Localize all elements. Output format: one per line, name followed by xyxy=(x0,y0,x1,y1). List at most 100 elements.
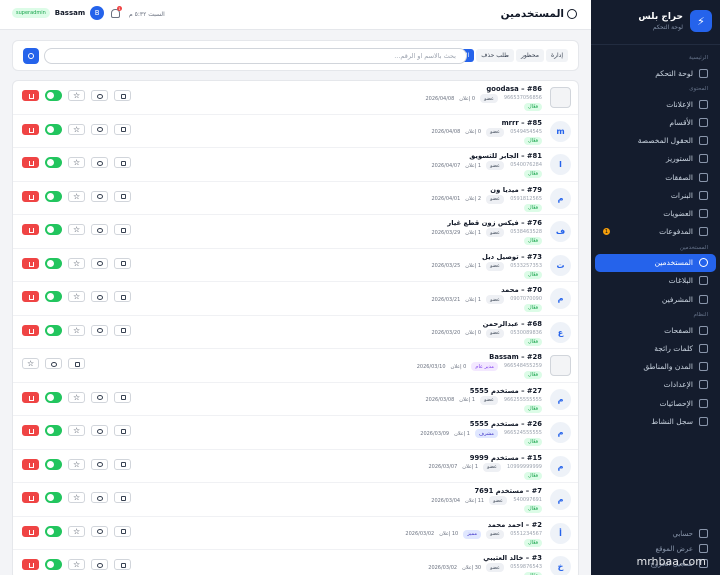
open-button[interactable] xyxy=(114,224,131,235)
status-toggle[interactable] xyxy=(45,525,62,537)
status-toggle[interactable] xyxy=(45,391,62,403)
view-button[interactable] xyxy=(91,425,108,436)
user-name[interactable]: #28 – Bassam xyxy=(489,353,542,361)
sidebar-item[interactable]: كلمات رائجة xyxy=(591,339,720,357)
search-input[interactable] xyxy=(44,48,467,64)
status-toggle[interactable] xyxy=(45,224,62,235)
sidebar-item[interactable]: العضويات xyxy=(591,204,720,222)
status-toggle[interactable] xyxy=(45,425,62,436)
user-name[interactable]: #70 – محمد xyxy=(501,286,542,294)
sidebar-item[interactable]: المستخدمين xyxy=(595,253,716,272)
feature-button[interactable]: ☆ xyxy=(68,492,85,503)
sidebar-item[interactable]: الإحصائيات xyxy=(591,394,720,412)
open-button[interactable] xyxy=(114,157,131,168)
view-button[interactable] xyxy=(91,123,108,135)
user-name[interactable]: #2 – احمد محمد xyxy=(488,521,542,529)
view-button[interactable] xyxy=(91,257,108,269)
sidebar-item[interactable]: الإعدادات xyxy=(591,376,720,394)
feature-button[interactable]: ☆ xyxy=(68,90,85,101)
filter-tab[interactable]: طلب حذف xyxy=(476,49,514,62)
view-button[interactable] xyxy=(91,224,108,235)
sidebar-item[interactable]: المدفوعات 1 xyxy=(591,223,720,241)
delete-button[interactable] xyxy=(22,157,39,168)
feature-button[interactable]: ☆ xyxy=(68,190,85,202)
view-button[interactable] xyxy=(91,525,108,537)
open-button[interactable] xyxy=(114,492,131,503)
delete-button[interactable] xyxy=(22,458,39,470)
delete-button[interactable] xyxy=(22,257,39,269)
open-button[interactable] xyxy=(114,90,131,101)
view-button[interactable] xyxy=(91,190,108,202)
delete-button[interactable] xyxy=(22,123,39,135)
delete-button[interactable] xyxy=(22,525,39,537)
sidebar-item[interactable]: الأقسام xyxy=(591,113,720,131)
sidebar-bottom-item[interactable]: حسابي xyxy=(591,526,720,541)
user-name[interactable]: #27 – مستخدم 5555 xyxy=(470,387,542,395)
open-button[interactable] xyxy=(114,425,131,436)
delete-button[interactable] xyxy=(22,324,39,336)
sidebar-item[interactable]: الإعلانات xyxy=(591,95,720,113)
sidebar-item[interactable]: المشرفين xyxy=(591,290,720,308)
user-menu[interactable]: superadmin Bassam B xyxy=(12,6,105,20)
status-toggle[interactable] xyxy=(45,559,62,570)
status-toggle[interactable] xyxy=(45,157,62,168)
delete-button[interactable] xyxy=(22,291,39,302)
view-button[interactable] xyxy=(91,458,108,470)
feature-button[interactable]: ☆ xyxy=(68,257,85,269)
open-button[interactable] xyxy=(114,391,131,403)
status-toggle[interactable] xyxy=(45,458,62,470)
feature-button[interactable]: ☆ xyxy=(68,291,85,302)
open-button[interactable] xyxy=(114,257,131,269)
sidebar-bottom-item[interactable]: عرض الموقع xyxy=(591,541,720,556)
feature-button[interactable]: ☆ xyxy=(68,157,85,168)
open-button[interactable] xyxy=(114,123,131,135)
user-name[interactable]: #85 – mrrr xyxy=(502,119,542,127)
user-name[interactable]: #79 – ميديا ون xyxy=(490,186,542,194)
sidebar-item[interactable]: البنرات xyxy=(591,186,720,204)
feature-button[interactable]: ☆ xyxy=(68,525,85,537)
user-name[interactable]: #15 – مستخدم 9999 xyxy=(470,454,542,462)
feature-button[interactable]: ☆ xyxy=(68,458,85,470)
sidebar-item[interactable]: المدن والمناطق xyxy=(591,358,720,376)
delete-button[interactable] xyxy=(22,492,39,503)
user-name[interactable]: #73 – توصيل ديل xyxy=(482,253,542,261)
user-name[interactable]: #3 – خالد العتيبي xyxy=(483,554,542,562)
sidebar-item[interactable]: الستوريز xyxy=(591,150,720,168)
filter-tab[interactable]: محظور xyxy=(515,49,544,62)
status-toggle[interactable] xyxy=(45,123,62,135)
status-toggle[interactable] xyxy=(45,257,62,269)
user-name[interactable]: #76 – فيكس زون قطع غيار xyxy=(447,219,542,227)
feature-button[interactable]: ☆ xyxy=(68,559,85,570)
search-button[interactable] xyxy=(23,48,39,64)
feature-button[interactable]: ☆ xyxy=(22,358,39,369)
open-button[interactable] xyxy=(114,291,131,302)
open-button[interactable] xyxy=(114,559,131,570)
delete-button[interactable] xyxy=(22,190,39,202)
user-name[interactable]: #7 – مستخدم 7691 xyxy=(474,487,542,495)
sidebar-item[interactable]: الصفقات xyxy=(591,168,720,186)
sidebar-item[interactable]: الصفحات xyxy=(591,321,720,339)
view-button[interactable] xyxy=(91,492,108,503)
delete-button[interactable] xyxy=(22,391,39,403)
user-name[interactable]: #86 – goodasa xyxy=(486,85,542,93)
open-button[interactable] xyxy=(114,458,131,470)
user-name[interactable]: #81 – الجابر للتسويق xyxy=(469,152,542,160)
status-toggle[interactable] xyxy=(45,492,62,503)
sidebar-item[interactable]: لوحة التحكم xyxy=(591,64,720,82)
view-button[interactable] xyxy=(45,358,62,369)
open-button[interactable] xyxy=(114,525,131,537)
user-name[interactable]: #26 – مستخدم 5555 xyxy=(470,420,542,428)
user-name[interactable]: #68 – عبدالرحمن xyxy=(483,320,542,328)
status-toggle[interactable] xyxy=(45,324,62,336)
open-button[interactable] xyxy=(114,190,131,202)
open-button[interactable] xyxy=(68,358,85,369)
feature-button[interactable]: ☆ xyxy=(68,123,85,135)
sidebar-item[interactable]: البلاغات xyxy=(591,272,720,290)
open-button[interactable] xyxy=(114,324,131,336)
status-toggle[interactable] xyxy=(45,291,62,302)
feature-button[interactable]: ☆ xyxy=(68,425,85,436)
feature-button[interactable]: ☆ xyxy=(68,391,85,403)
status-toggle[interactable] xyxy=(45,90,62,101)
status-toggle[interactable] xyxy=(45,190,62,202)
view-button[interactable] xyxy=(91,291,108,302)
